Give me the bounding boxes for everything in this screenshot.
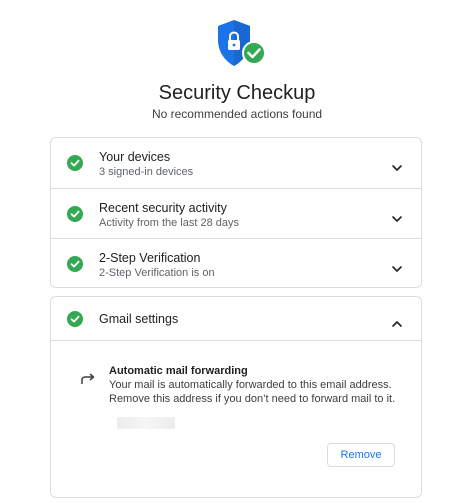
item-2-step-verification[interactable]: 2-Step Verification 2-Step Verification … (51, 238, 421, 288)
remove-button[interactable]: Remove (327, 443, 395, 467)
chevron-down-icon[interactable] (391, 159, 403, 171)
item-subtitle: 2-Step Verification is on (99, 267, 215, 279)
forwarding-description-line: Your mail is automatically forwarded to … (109, 379, 392, 391)
item-title: Your devices (99, 150, 171, 164)
item-subtitle: Activity from the last 28 days (99, 217, 239, 229)
gmail-settings-card: Gmail settings Automatic mail forwarding… (50, 296, 422, 498)
forward-arrow-icon (80, 372, 96, 386)
check-circle-icon (67, 206, 83, 222)
check-circle-icon (67, 155, 83, 171)
forwarding-description-line: Remove this address if you don’t need to… (109, 393, 396, 405)
gmail-settings-header[interactable]: Gmail settings (51, 297, 421, 341)
redacted-forwarding-address (117, 417, 175, 429)
item-your-devices[interactable]: Your devices 3 signed-in devices (51, 138, 421, 188)
page-subtitle: No recommended actions found (151, 107, 323, 121)
shield-lock-icon (215, 18, 267, 70)
page-title: Security Checkup (158, 82, 316, 104)
chevron-down-icon[interactable] (391, 210, 403, 222)
gmail-settings-title: Gmail settings (99, 312, 179, 326)
forwarding-title: Automatic mail forwarding (109, 365, 248, 377)
security-items-card: Your devices 3 signed-in devices Recent … (50, 137, 422, 288)
item-title: 2-Step Verification (99, 251, 201, 265)
item-recent-security-activity[interactable]: Recent security activity Activity from t… (51, 188, 421, 238)
check-circle-icon (67, 256, 83, 272)
item-title: Recent security activity (99, 201, 227, 215)
security-checkup-header: Security Checkup No recommended actions … (0, 0, 474, 130)
check-circle-icon (67, 311, 83, 327)
item-subtitle: 3 signed-in devices (99, 166, 194, 178)
chevron-up-icon[interactable] (391, 315, 403, 327)
chevron-down-icon[interactable] (391, 260, 403, 272)
